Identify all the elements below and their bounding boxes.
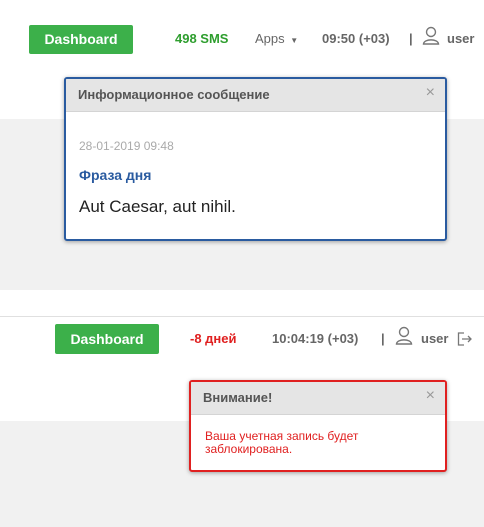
modal-title: Информационное сообщение [78, 87, 270, 102]
modal-title: Внимание! [203, 390, 273, 405]
dashboard-button[interactable]: Dashboard [29, 25, 133, 54]
message-body: Aut Caesar, aut nihil. [79, 197, 236, 216]
close-icon[interactable]: × [426, 387, 435, 405]
user-icon[interactable] [395, 326, 413, 346]
chevron-down-icon: ▼ [290, 36, 299, 45]
user-icon[interactable] [422, 26, 440, 46]
clock: 10:04:19 (+03) [272, 331, 359, 346]
days-remaining: -8 дней [190, 331, 237, 346]
apps-menu[interactable]: Apps ▼ [255, 31, 298, 46]
close-icon[interactable]: × [426, 84, 435, 102]
sms-balance[interactable]: 498 SMS [175, 31, 228, 46]
username[interactable]: user [447, 31, 474, 46]
apps-label: Apps [255, 31, 285, 46]
clock: 09:50 (+03) [322, 31, 390, 46]
message-date: 28-01-2019 09:48 [79, 139, 174, 153]
separator: | [381, 331, 385, 346]
dashboard-button[interactable]: Dashboard [55, 324, 159, 354]
modal-header: Внимание! × [191, 382, 445, 415]
modal-header: Информационное сообщение × [66, 79, 445, 112]
alert-message: Ваша учетная запись будет заблокирована. [205, 429, 359, 456]
message-subject: Фраза дня [79, 167, 152, 183]
info-modal: Информационное сообщение × 28-01-2019 09… [64, 77, 447, 241]
alert-modal: Внимание! × Ваша учетная запись будет за… [189, 380, 447, 472]
logout-icon[interactable] [457, 332, 473, 346]
section-divider [0, 316, 484, 317]
separator: | [409, 31, 413, 46]
username[interactable]: user [421, 331, 448, 346]
